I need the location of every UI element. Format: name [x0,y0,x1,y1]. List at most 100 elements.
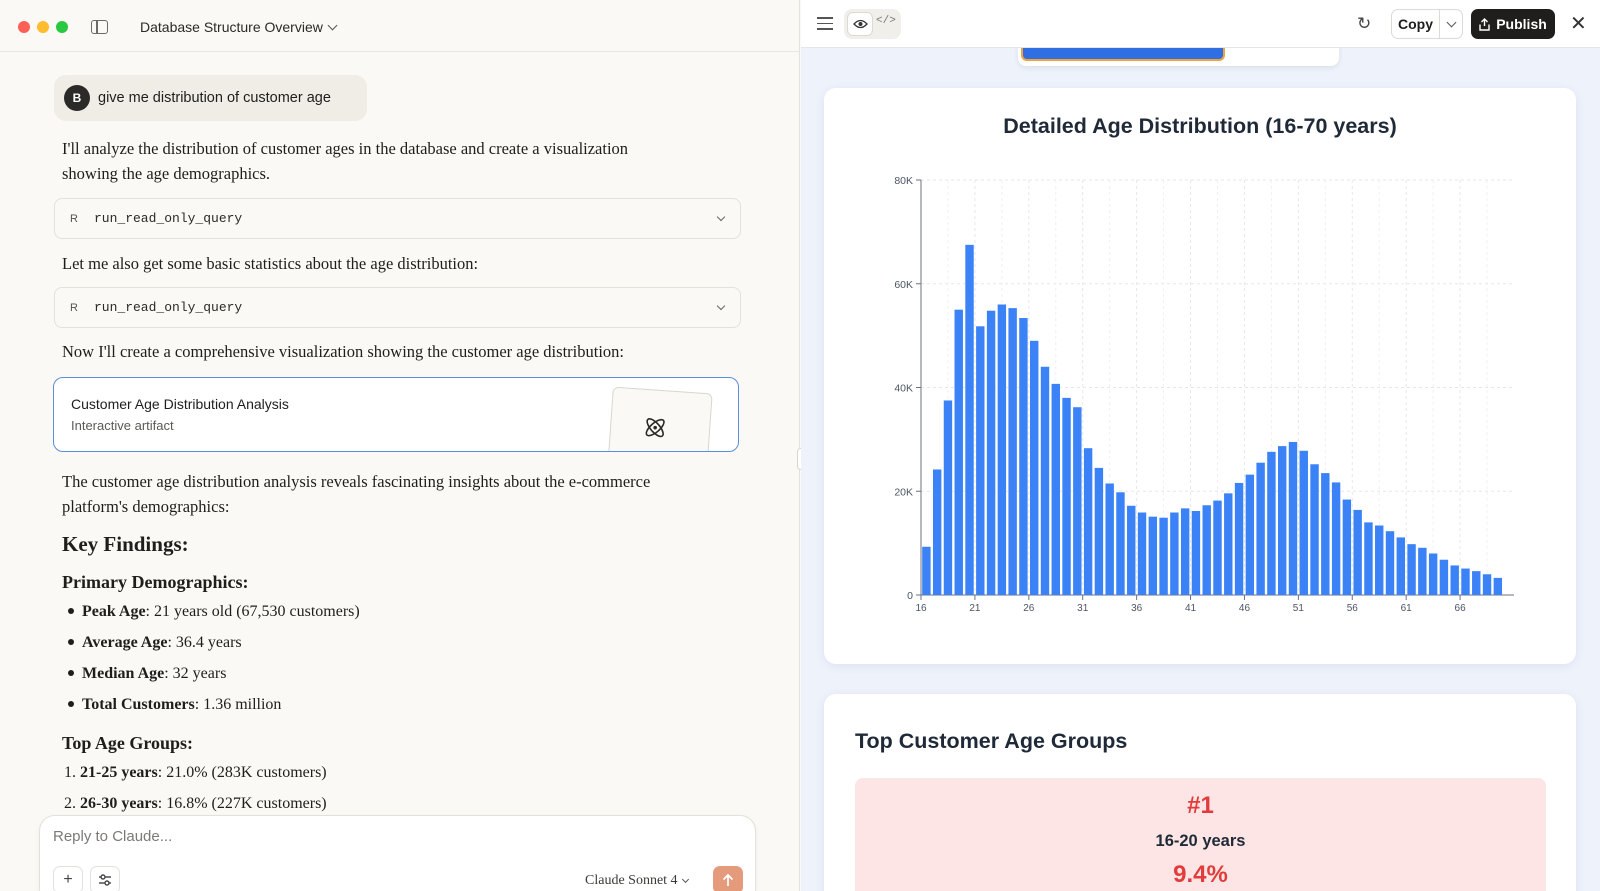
y-tick-label: 0 [907,590,913,602]
assistant-paragraph: Let me also get some basic statistics ab… [62,254,479,273]
artifact-pane: </> ↻ Copy Publish ✕ Detailed Age Distri… [801,0,1600,891]
age-distribution-chart: 0 20K 40K 60K 80K 16 21 26 31 36 41 46 51 56 61 66 [894,175,1514,614]
bar [1385,531,1395,595]
bullet-dot [68,638,74,645]
bar [1170,512,1179,595]
x-tick-label: 61 [1401,603,1413,614]
eye-icon[interactable] [847,12,873,36]
list-icon[interactable] [817,17,833,30]
x-tick-label: 46 [1239,603,1251,614]
atom-icon [645,418,665,438]
close-icon[interactable]: ✕ [1570,11,1587,36]
x-tick-label: 26 [1023,603,1035,614]
list-item: Total Customers: 1.36 million [68,695,281,715]
item-label: 26-30 years [80,795,158,812]
bar [1450,565,1459,595]
list-item-label: Peak Age [82,603,146,620]
tool-call-block[interactable]: R run_read_only_query [54,287,741,328]
bar [1418,547,1427,595]
conversation-title-text: Database Structure Overview [140,19,323,35]
bar [986,310,996,595]
copy-options-button[interactable] [1440,17,1462,27]
user-message: B give me distribution of customer age [54,75,367,121]
bar [1245,474,1255,595]
item-label: 21-25 years [80,764,158,781]
bar [1310,464,1319,595]
age-distribution-chart-card: Detailed Age Distribution (16-70 years) … [824,88,1576,664]
assistant-paragraph: The customer age distribution analysis r… [62,469,650,519]
send-button[interactable] [713,866,743,891]
maximize-window-button[interactable] [56,21,68,33]
code-icon[interactable]: </> [876,15,896,27]
arrow-up-icon [722,873,734,886]
bar [1116,492,1125,595]
close-window-button[interactable] [18,21,30,33]
view-toggle: </> [844,9,901,39]
bar [932,469,942,595]
bar [1159,517,1168,595]
age-group-rank: #1 [1187,792,1214,819]
list-item-label: Median Age [82,665,165,682]
bar [1428,553,1438,595]
chevron-down-icon[interactable] [716,212,726,222]
age-group-card: #1 16-20 years 9.4% [855,778,1546,891]
tool-badge: R [70,301,78,314]
x-tick-label: 21 [969,603,981,614]
bullet-dot [68,669,74,676]
active-tab[interactable] [1021,47,1225,61]
artifact-toolbar: </> ↻ Copy Publish ✕ [801,0,1600,48]
plus-icon[interactable]: + [53,866,83,891]
primary-demographics-heading: Primary Demographics: [62,572,249,592]
bar [1472,571,1481,595]
publish-button[interactable]: Publish [1471,9,1555,39]
age-group-range: 16-20 years [1155,832,1246,850]
bar [1342,499,1352,595]
sidebar-toggle-icon[interactable] [91,20,108,34]
artifact-title: Customer Age Distribution Analysis [71,396,289,412]
share-icon [1479,17,1490,31]
bar [1331,482,1341,595]
bar [1094,467,1104,595]
bar [1040,366,1050,595]
conversation-title[interactable]: Database Structure Overview [140,19,338,35]
x-tick-label: 56 [1347,603,1359,614]
tool-call-block[interactable]: R run_read_only_query [54,198,741,239]
list-item-label: Total Customers [82,696,195,713]
artifact-card[interactable]: Customer Age Distribution Analysis Inter… [53,377,739,452]
tool-name: run_read_only_query [94,300,243,315]
bar [1030,340,1039,595]
bar [1127,505,1136,595]
bar [922,546,931,595]
tool-name: run_read_only_query [94,211,243,226]
copy-button[interactable]: Copy [1392,10,1440,38]
title-bar: Database Structure Overview [0,0,800,52]
tool-badge: R [70,212,78,225]
sliders-icon[interactable] [90,866,120,891]
bar [1202,505,1211,595]
bar [976,326,985,595]
chat-pane: Database Structure Overview B give me di… [0,0,800,891]
user-avatar: B [64,85,90,111]
bar [1062,397,1071,595]
key-findings-heading: Key Findings: [62,532,189,556]
x-tick-label: 66 [1455,603,1467,614]
model-selector[interactable]: Claude Sonnet 4 [585,873,689,889]
x-tick-label: 51 [1293,603,1305,614]
paragraph-line: The customer age distribution analysis r… [62,472,651,491]
list-item: Peak Age: 21 years old (67,530 customers… [68,602,360,622]
list-item-text: : 32 years [164,665,227,682]
list-item-text: : 21 years old (67,530 customers) [145,603,360,620]
y-tick-label: 40K [894,383,913,395]
x-tick-label: 31 [1077,603,1089,614]
reply-input[interactable] [53,828,653,845]
bar [1213,500,1222,595]
chevron-down-icon [681,875,689,884]
refresh-icon[interactable]: ↻ [1357,14,1371,34]
chevron-down-icon[interactable] [716,301,726,311]
x-tick-label: 36 [1131,603,1143,614]
top-age-groups-title: Top Customer Age Groups [855,729,1128,753]
minimize-window-button[interactable] [37,21,49,33]
bullet-dot [68,607,74,614]
bar [1375,525,1384,595]
list-item-label: Average Age [82,634,168,651]
